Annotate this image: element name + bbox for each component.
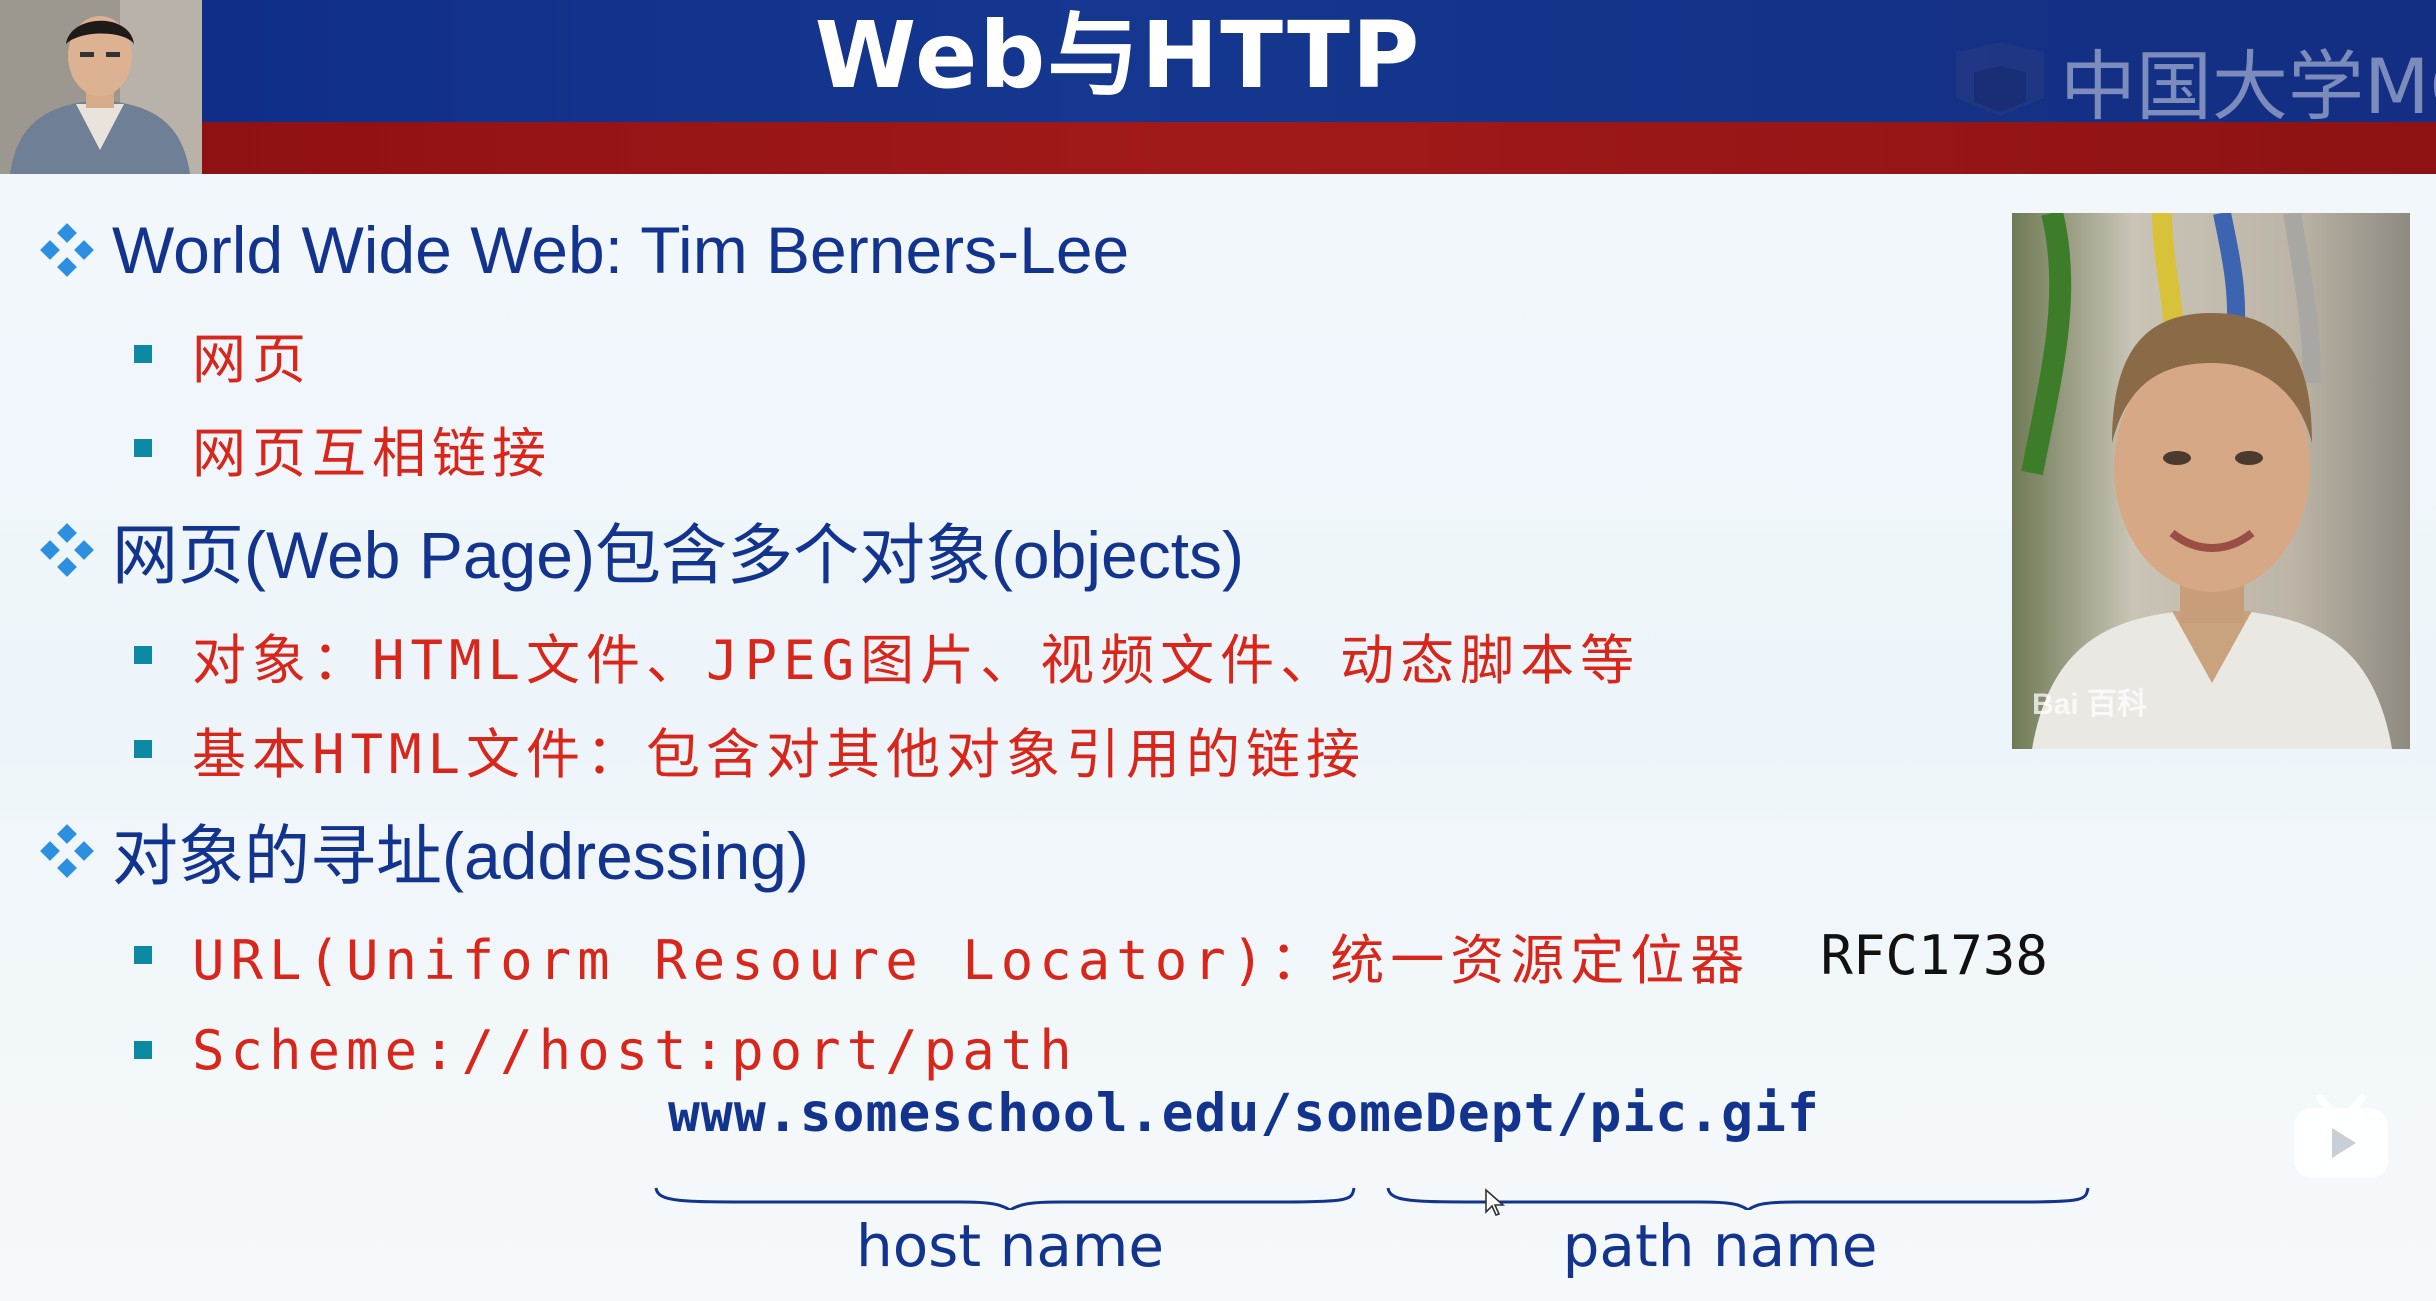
presenter-webcam [0, 0, 202, 174]
bullet-world-wide-web: World Wide Web: Tim Berners-Lee [40, 204, 1129, 296]
slide-title: Web与HTTP [814, 2, 1422, 109]
square-bullet-icon [134, 345, 152, 363]
mooc-logo: 中国大学MOOC [1950, 30, 2436, 131]
photo-watermark: Bai 百科 [2032, 688, 2148, 721]
mooc-logo-icon [1956, 42, 2044, 116]
tim-berners-lee-photo: Bai 百科 [2012, 213, 2410, 749]
host-name-label: host name [855, 1212, 1165, 1280]
path-name-label: path name [1562, 1212, 1878, 1280]
diamond-bullet-icon [40, 824, 94, 878]
subbullet-text: Scheme://host:port/path [192, 1018, 1078, 1082]
bullet-addressing: 对象的寻址(addressing) [40, 805, 809, 897]
subbullet-text: 对象：HTML文件、JPEG图片、视频文件、动态脚本等 [192, 628, 1641, 692]
subbullet-web-page-links: 网页互相链接 [134, 408, 552, 488]
diamond-bullet-icon [40, 523, 94, 577]
lecture-slide: Web与HTTP 中国大学MOOC [0, 0, 2436, 1301]
subbullet-base-html: 基本HTML文件：包含对其他对象引用的链接 [134, 709, 1366, 789]
subbullet-url: URL(Uniform Resoure Locator)：统一资源定位器 RFC… [134, 915, 2048, 995]
square-bullet-icon [134, 1041, 152, 1059]
diamond-bullet-icon [40, 223, 94, 277]
url-example: www.someschool.edu/someDept/pic.gif [668, 1083, 1820, 1144]
cursor-icon [1485, 1188, 1506, 1216]
bullet-text: World Wide Web: Tim Berners-Lee [112, 213, 1130, 287]
subbullet-web-page: 网页 [134, 314, 312, 394]
bullet-text: 网页(Web Page)包含多个对象(objects) [112, 518, 1245, 592]
subbullet-text: 网页互相链接 [192, 421, 552, 485]
square-bullet-icon [134, 740, 152, 758]
subbullet-object-types: 对象：HTML文件、JPEG图片、视频文件、动态脚本等 [134, 615, 1640, 695]
video-player-frame: Web与HTTP 中国大学MOOC [0, 0, 2436, 1301]
rfc-reference: RFC1738 [1820, 923, 2048, 987]
square-bullet-icon [134, 946, 152, 964]
subbullet-url-scheme: Scheme://host:port/path [134, 1010, 1078, 1090]
bullet-text: 对象的寻址(addressing) [112, 819, 809, 893]
bullet-web-page-objects: 网页(Web Page)包含多个对象(objects) [40, 504, 1244, 596]
play-button[interactable] [2290, 1092, 2392, 1182]
square-bullet-icon [134, 646, 152, 664]
subbullet-text: URL(Uniform Resoure Locator)：统一资源定位器 [192, 928, 1751, 992]
square-bullet-icon [134, 439, 152, 457]
mooc-logo-text: 中国大学MOOC [2060, 42, 2436, 131]
url-braces [654, 1187, 2090, 1210]
subbullet-text: 网页 [192, 327, 312, 391]
subbullet-text: 基本HTML文件：包含对其他对象引用的链接 [192, 722, 1367, 786]
